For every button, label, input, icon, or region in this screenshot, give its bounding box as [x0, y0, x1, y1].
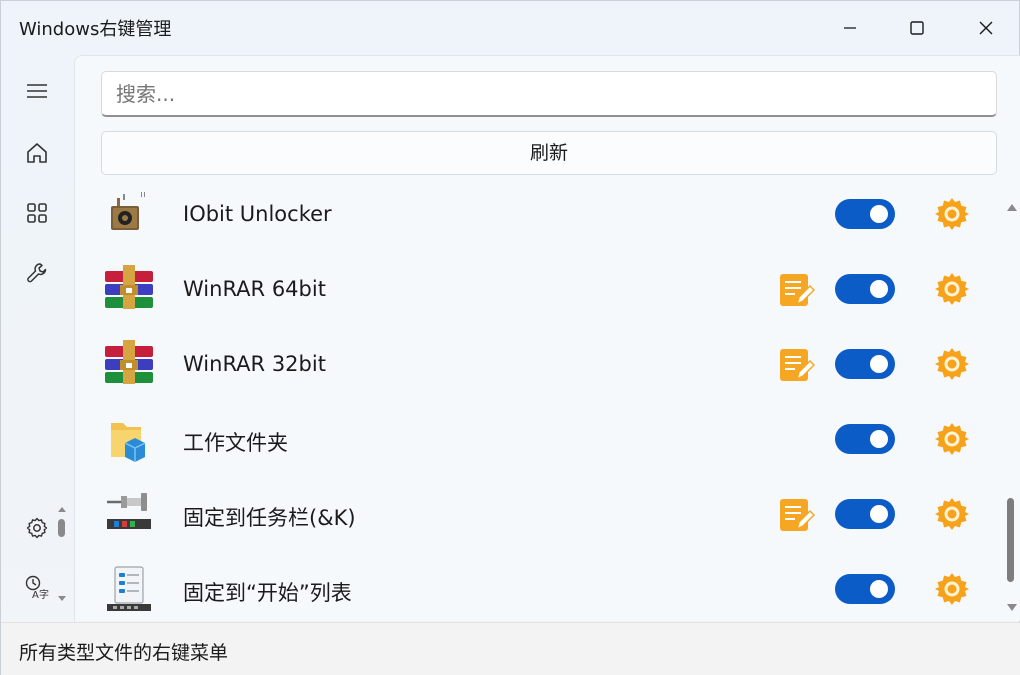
hamburger-menu-icon [27, 84, 47, 98]
list-item: 工作文件夹 [75, 407, 1005, 482]
close-button[interactable] [963, 11, 1009, 45]
title-bar: Windows右键管理 [1, 1, 1020, 55]
language-icon: A 字 [25, 575, 49, 600]
gear-icon[interactable] [933, 495, 971, 533]
work-folders-icon [111, 423, 146, 462]
nav-home[interactable] [17, 133, 57, 173]
list-item: WinRAR 32bit [75, 332, 1005, 407]
home-icon [27, 143, 47, 163]
item-name: 固定到任务栏(&K) [183, 506, 356, 530]
enable-toggle[interactable] [835, 424, 895, 454]
status-bar: 所有类型文件的右键菜单 [1, 622, 1020, 675]
window-title: Windows右键管理 [19, 19, 172, 40]
toggle-knob [870, 430, 888, 448]
edit-icon[interactable] [777, 346, 815, 384]
gear-icon[interactable] [933, 195, 971, 233]
nav-menu-button[interactable] [17, 71, 57, 111]
enable-toggle[interactable] [835, 499, 895, 529]
app-window: Windows右键管理 A 字 搜索... 刷新 IObit Unlocker … [0, 0, 1020, 675]
pin-start-icon [107, 566, 151, 611]
toggle-knob [870, 205, 888, 223]
apps-grid-icon [27, 203, 47, 223]
winrar-icon [105, 265, 153, 309]
list-item: 固定到任务栏(&K) [75, 482, 1005, 557]
item-name: WinRAR 32bit [183, 352, 326, 376]
enable-toggle[interactable] [835, 274, 895, 304]
search-input[interactable] [101, 71, 997, 117]
minimize-icon [844, 27, 856, 29]
svg-text:字: 字 [39, 588, 49, 600]
nav-scrollbar-thumb[interactable] [58, 519, 65, 537]
context-menu-list: IObit Unlocker WinRAR 64bit WinRAR 32bit… [75, 184, 1020, 621]
minimize-button[interactable] [827, 11, 873, 45]
gear-icon[interactable] [933, 570, 971, 608]
enable-toggle[interactable] [835, 199, 895, 229]
enable-toggle[interactable] [835, 574, 895, 604]
iobit-unlocker-icon [111, 192, 145, 230]
svg-text:A: A [32, 590, 39, 600]
toggle-knob [870, 580, 888, 598]
toggle-knob [870, 280, 888, 298]
nav-apps[interactable] [17, 193, 57, 233]
item-name: IObit Unlocker [183, 202, 332, 226]
nav-scroll-down-arrow[interactable] [56, 593, 68, 605]
gear-icon[interactable] [933, 420, 971, 458]
content-panel: 刷新 IObit Unlocker [74, 55, 1020, 621]
item-name: 工作文件夹 [183, 431, 288, 455]
item-name: WinRAR 64bit [183, 277, 326, 301]
nav-settings[interactable] [17, 508, 57, 548]
list-item: 固定到“开始”列表 [75, 557, 1005, 621]
winrar-icon [105, 340, 153, 384]
list-scroll-up-arrow[interactable] [1006, 202, 1018, 212]
maximize-button[interactable] [894, 11, 940, 45]
refresh-button[interactable]: 刷新 [101, 131, 997, 175]
gear-icon[interactable] [933, 270, 971, 308]
list-item: WinRAR 64bit [75, 257, 1005, 332]
list-item: IObit Unlocker [75, 184, 1005, 257]
status-text: 所有类型文件的右键菜单 [19, 642, 229, 664]
pin-taskbar-icon [107, 493, 151, 529]
list-scrollbar-thumb[interactable] [1007, 498, 1014, 582]
item-name: 固定到“开始”列表 [183, 581, 352, 605]
wrench-icon [27, 263, 47, 283]
edit-icon[interactable] [777, 271, 815, 309]
maximize-icon [910, 21, 924, 35]
edit-icon[interactable] [777, 496, 815, 534]
toggle-knob [870, 355, 888, 373]
nav-language[interactable]: A 字 [17, 567, 57, 607]
list-scroll-down-arrow[interactable] [1006, 603, 1018, 613]
nav-tools[interactable] [17, 253, 57, 293]
toggle-knob [870, 505, 888, 523]
enable-toggle[interactable] [835, 349, 895, 379]
close-icon [979, 21, 993, 35]
nav-scroll-up-arrow[interactable] [56, 503, 68, 515]
settings-gear-icon [26, 517, 48, 539]
gear-icon[interactable] [933, 345, 971, 383]
